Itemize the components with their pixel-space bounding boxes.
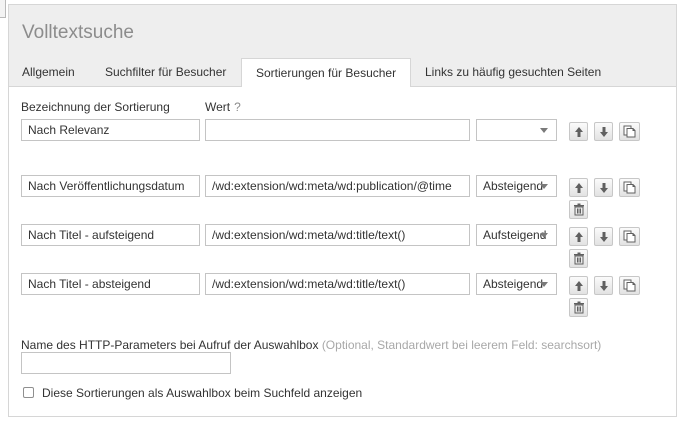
sort-name-input[interactable]: Nach Relevanz [21,119,200,141]
delete-button[interactable] [569,200,588,219]
http-param-input[interactable] [21,352,231,374]
sort-value-input[interactable]: /wd:extension/wd:meta/wd:publication/@ti… [205,175,470,197]
copy-button[interactable] [619,122,640,141]
panel-title: Volltextsuche [22,22,134,43]
show-selectbox-checkbox[interactable] [23,387,34,398]
sort-value-input[interactable]: /wd:extension/wd:meta/wd:title/text() [205,224,470,246]
fulltext-search-panel: Volltextsuche Allgemein Suchfilter für B… [8,4,677,417]
arrow-up-icon [574,231,584,243]
http-param-hint: (Optional, Standardwert bei leerem Feld:… [321,338,602,352]
sort-order-select[interactable] [476,119,557,141]
arrow-up-icon [574,182,584,194]
column-label-value-text: Wert [205,100,231,114]
arrow-down-icon [599,182,609,194]
move-down-button[interactable] [594,227,613,246]
copy-icon [623,279,636,292]
trash-icon [573,252,585,265]
move-up-button[interactable] [569,122,588,141]
sort-value-input[interactable]: /wd:extension/wd:meta/wd:title/text() [205,273,470,295]
move-down-button[interactable] [594,178,613,197]
tab-allgemein[interactable]: Allgemein [22,59,75,86]
tab-links[interactable]: Links zu häufig gesuchten Seiten [425,59,601,86]
help-icon[interactable]: ? [234,100,241,114]
arrow-up-icon [574,126,584,138]
column-label-name: Bezeichnung der Sortierung [21,100,170,114]
move-up-button[interactable] [569,276,588,295]
chevron-down-icon [540,233,548,238]
copy-button[interactable] [619,227,640,246]
sort-name-input[interactable]: Nach Titel - aufsteigend [21,224,200,246]
sort-name-input[interactable]: Nach Veröffentlichungsdatum [21,175,200,197]
chevron-down-icon [540,184,548,189]
sort-order-value: Absteigend [483,277,544,291]
column-label-value: Wert? [205,100,241,114]
tab-sortierungen[interactable]: Sortierungen für Besucher [241,58,412,87]
chevron-down-icon [540,282,548,287]
left-edge-stub [0,0,6,18]
tab-suchfilter[interactable]: Suchfilter für Besucher [105,59,226,86]
show-selectbox-label: Diese Sortierungen als Auswahlbox beim S… [42,386,363,400]
sort-order-value: Aufsteigend [483,228,547,242]
copy-icon [623,125,636,138]
arrow-down-icon [599,126,609,138]
delete-button[interactable] [569,298,588,317]
trash-icon [573,203,585,216]
arrow-up-icon [574,280,584,292]
copy-button[interactable] [619,178,640,197]
sort-order-select[interactable]: Absteigend [476,175,557,197]
arrow-down-icon [599,280,609,292]
sort-order-select[interactable]: Aufsteigend [476,224,557,246]
move-up-button[interactable] [569,227,588,246]
move-up-button[interactable] [569,178,588,197]
chevron-down-icon [540,128,548,133]
sort-order-value: Absteigend [483,179,544,193]
copy-icon [623,230,636,243]
sort-value-input[interactable] [205,119,470,141]
copy-icon [623,181,636,194]
sort-order-select[interactable]: Absteigend [476,273,557,295]
move-down-button[interactable] [594,122,613,141]
http-param-label: Name des HTTP-Parameters bei Aufruf der … [21,338,601,352]
trash-icon [573,301,585,314]
sort-name-input[interactable]: Nach Titel - absteigend [21,273,200,295]
arrow-down-icon [599,231,609,243]
http-param-label-text: Name des HTTP-Parameters bei Aufruf der … [21,338,319,352]
move-down-button[interactable] [594,276,613,295]
delete-button[interactable] [569,249,588,268]
panel-header: Volltextsuche Allgemein Suchfilter für B… [9,5,676,87]
copy-button[interactable] [619,276,640,295]
